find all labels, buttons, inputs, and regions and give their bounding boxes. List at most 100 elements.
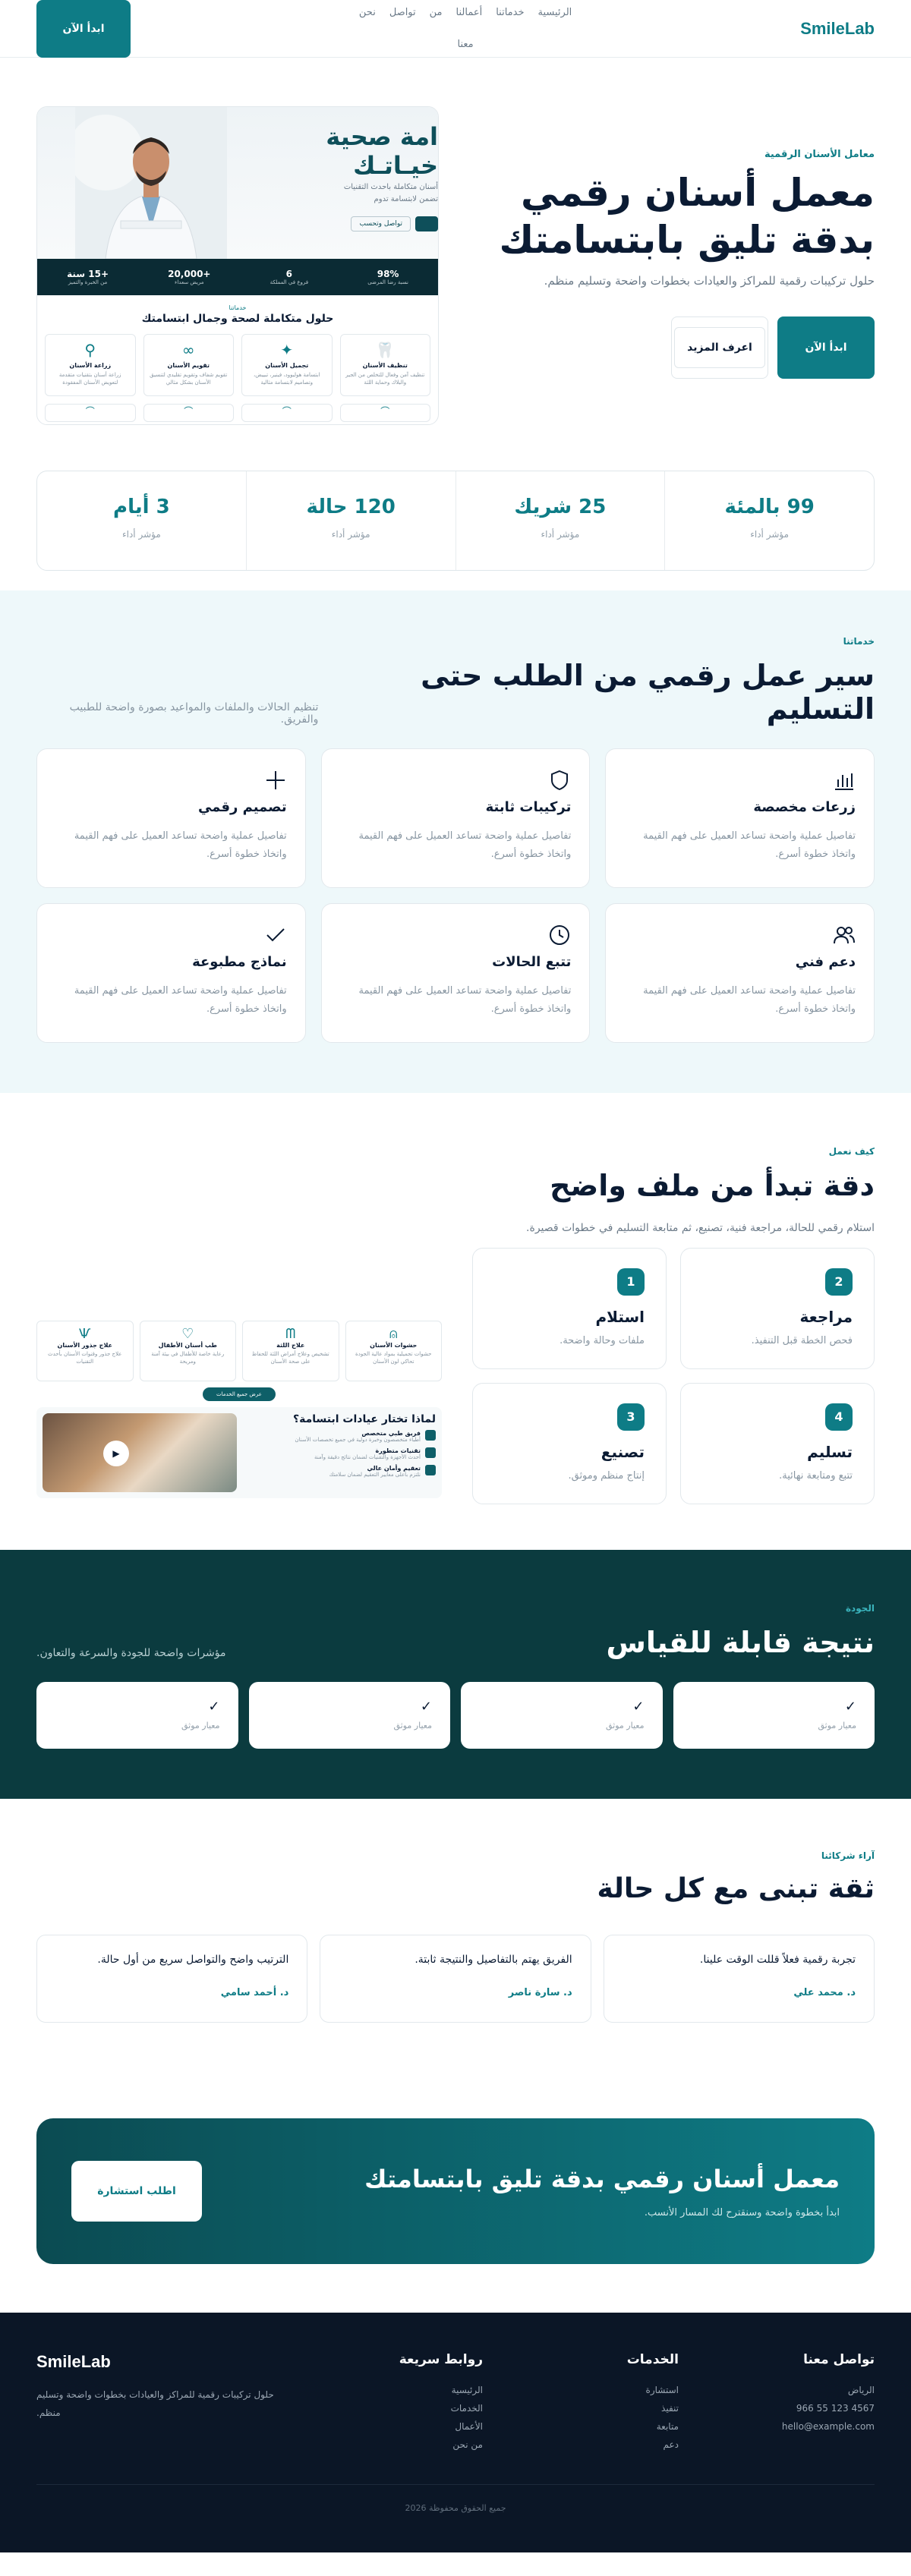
footer: تواصل معنا الرياض 4567 123 55 966 hello@… <box>0 2313 911 2552</box>
mockup-section-kicker: خدماتنا <box>229 304 247 311</box>
step-card: 4 تسليم تتبع ومتابعة نهائية. <box>680 1383 875 1504</box>
how-mockup-panel: لماذا تختار عيادات ابتسامة؟ فريق طبي متخ… <box>36 1407 442 1498</box>
service-card[interactable]: تتبع الحالات تفاصيل عملية واضحة تساعد الع… <box>320 903 591 1043</box>
footer-contact-title: تواصل معنا <box>803 2352 875 2367</box>
stat-label: مؤشر أداء <box>750 529 790 540</box>
footer-link[interactable]: دعم <box>496 2436 679 2454</box>
service-card[interactable]: زرعات مخصصة تفاصيل عملية واضحة تساعد العم… <box>605 748 875 888</box>
quality-label: معيار موثق <box>393 1721 433 1730</box>
how-mockup-card: Ѱ علاج جذور الأسنان علاج جذور وقنوات الأسن… <box>36 1321 134 1381</box>
services-grid: زرعات مخصصة تفاصيل عملية واضحة تساعد العم… <box>36 748 875 1043</box>
how-mockup-card: ⍝ حشوات الأسنان حشوات تجميلية بمواد عالية … <box>345 1321 442 1381</box>
service-card[interactable]: تركيبات ثابتة تفاصيل عملية واضحة تساعد ال… <box>320 748 591 888</box>
step-desc: إنتاج منظم وموثق. <box>568 1470 645 1482</box>
footer-link[interactable]: تنفيذ <box>496 2399 679 2417</box>
quality-desc: مؤشرات واضحة للجودة والسرعة والتعاون. <box>36 1647 226 1659</box>
steps-grid: 2 مراجعة فحص الخطة قبل التنفيذ. 1 استلام ملف… <box>472 1248 875 1504</box>
hero-start-button[interactable]: ابدأ الآن <box>777 316 875 379</box>
mockup-headline-1: امة صحية <box>326 122 438 151</box>
service-card[interactable]: نماذج مطبوعة تفاصيل عملية واضحة تساعد الع… <box>36 903 306 1043</box>
mockup-sub-1: أسنان متكاملة باحدث التقنيات <box>343 183 438 191</box>
testimonial-card: تجربة رقمية فعلاً قللت الوقت علينا. د. مح… <box>603 1935 875 2023</box>
cta-desc: ابدأ بخطوة واضحة وسنقترح لك المسار الأنس… <box>644 2206 840 2219</box>
how-body: استلام رقمي للحالة، مراجعة فنية، تصنيع، … <box>36 1222 875 1504</box>
mockup-cards: 🦷 تنظيف الأسنان تنظيف آمن وفعال للتخلص من … <box>37 325 438 396</box>
service-title: تركيبات ثابتة <box>485 799 572 815</box>
stat-item: 99 بالمئة مؤشر أداء <box>664 471 874 570</box>
nav-link-contact-2[interactable]: معنا <box>458 36 474 54</box>
stat-value: 99 بالمئة <box>724 496 815 518</box>
testimonial-quote: الفريق يهتم بالتفاصيل والنتيجة ثابتة. <box>415 1954 572 1966</box>
check-icon: ✓ <box>420 1699 432 1715</box>
nav-link-works[interactable]: أعمالنا <box>456 4 483 22</box>
gum-icon: ᗰ <box>285 1326 296 1342</box>
mockup-section-heading: خدماتنا حلول متكاملة لصحة وجمال ابتسامتك <box>37 295 438 325</box>
tooth-icon: ⌒ <box>45 404 136 422</box>
hero-learn-more-button[interactable]: اعرف المزيد <box>671 316 768 379</box>
testimonial-author: د. محمد علي <box>793 1987 856 1998</box>
footer-link[interactable]: الأعمال <box>301 2417 483 2436</box>
how-mockup-cards: ⍝ حشوات الأسنان حشوات تجميلية بمواد عالية … <box>36 1321 442 1381</box>
service-card[interactable]: تصميم رقمي تفاصيل عملية واضحة تساعد العمي… <box>36 748 306 888</box>
footer-logo[interactable]: SmileLab <box>36 2352 287 2372</box>
users-icon <box>624 924 856 949</box>
step-title: مراجعة <box>799 1308 853 1326</box>
footer-quick-links: روابط سريعة الرئيسية الخدمات الأعمال من … <box>301 2352 483 2454</box>
footer-brand-desc: حلول تركيبات رقمية للمراكز والعيادات بخط… <box>36 2389 274 2418</box>
hero-title: معمل أسنان رقمي بدقة تليق بابتسامتك <box>469 169 875 263</box>
services-desc: تنظيم الحالات والملفات والمواعيد بصورة و… <box>69 701 319 726</box>
nav-link-about[interactable]: من <box>430 4 443 22</box>
service-desc: تفاصيل عملية واضحة تساعد العميل على فهم … <box>74 985 287 1015</box>
mockup-stat: 98% نسبة رضا المرضى <box>367 269 408 285</box>
footer-link[interactable]: من نحن <box>301 2436 483 2454</box>
quality-label: معيار موثق <box>606 1721 645 1730</box>
mockup-buttons: تواصل وتحسب <box>351 216 438 231</box>
testimonial-card: الترتيب واضح والتواصل سريع من أول حالة. د… <box>36 1935 308 2023</box>
quality-card: ✓ معيار موثق <box>36 1682 238 1749</box>
nav-cta-button[interactable]: ابدأ الآن <box>36 0 131 58</box>
service-title: زرعات مخصصة <box>753 799 856 815</box>
step-card: 1 استلام ملفات وحالة واضحة. <box>472 1248 667 1369</box>
logo[interactable]: SmileLab <box>800 19 875 39</box>
play-icon[interactable]: ▶ <box>103 1441 129 1466</box>
nav-link-contact[interactable]: تواصل <box>389 4 416 22</box>
check-icon: ✓ <box>208 1699 220 1715</box>
quality-title: نتيجة قابلة للقياس <box>606 1626 875 1659</box>
stat-item: 120 حالة مؤشر أداء <box>245 471 456 570</box>
bar-chart-icon <box>624 769 856 795</box>
how-mockup-list-item: تعقيم وأمان عالي نلتزم بأعلى معايير التعق… <box>244 1465 436 1478</box>
nav-link-about-2[interactable]: نحن <box>359 4 376 22</box>
top-nav: SmileLab الرئيسية خدماتنا أعمالنا من توا… <box>0 0 911 58</box>
how-mockup-card: ♡ طب أسنان الأطفال رعاية خاصة للأطفال في ب… <box>139 1321 236 1381</box>
testimonials-grid: تجربة رقمية فعلاً قللت الوقت علينا. د. مح… <box>36 1935 875 2023</box>
step-number: 4 <box>825 1403 853 1431</box>
quality-label: معيار موثق <box>818 1721 857 1730</box>
stat-item: 25 شريك مؤشر أداء <box>455 471 665 570</box>
how-mockup: ⍝ حشوات الأسنان حشوات تجميلية بمواد عالية … <box>36 1321 442 1503</box>
footer-link[interactable]: الخدمات <box>301 2399 483 2417</box>
footer-phone[interactable]: 4567 123 55 966 <box>692 2399 875 2417</box>
testimonial-card: الفريق يهتم بالتفاصيل والنتيجة ثابتة. د. … <box>320 1935 591 2023</box>
hero-buttons: ابدأ الآن اعرف المزيد <box>469 316 875 379</box>
mockup-headline: امة صحية خيـاتـك <box>324 122 438 180</box>
mockup-sub-2: تضمن لابتسامة تدوم <box>374 195 438 203</box>
nav-link-home[interactable]: الرئيسية <box>538 4 572 22</box>
mockup-stat: +20,000 مريض سعداء <box>168 269 211 285</box>
root-tooth-icon: Ѱ <box>79 1326 91 1342</box>
consultation-button[interactable]: اطلب استشارة <box>71 2161 202 2222</box>
footer-email[interactable]: hello@example.com <box>692 2417 875 2436</box>
nav-link-services[interactable]: خدماتنا <box>496 4 524 22</box>
hero-text: معامل الأسنان الرقمية معمل أسنان رقمي بد… <box>469 106 875 425</box>
service-card[interactable]: دعم فني تفاصيل عملية واضحة تساعد العميل ع… <box>605 903 875 1043</box>
footer-link[interactable]: الرئيسية <box>301 2381 483 2399</box>
mockup-stat: +15 سنة من الخبرة والتميز <box>67 269 109 285</box>
services-header: سير عمل رقمي من الطلب حتى التسليم تنظيم … <box>36 659 875 726</box>
hero-eyebrow: معامل الأسنان الرقمية <box>764 149 875 160</box>
services-section: خدماتنا سير عمل رقمي من الطلب حتى التسلي… <box>0 590 911 1093</box>
check-icon <box>55 924 287 949</box>
footer-link[interactable]: متابعة <box>496 2417 679 2436</box>
footer-link[interactable]: استشارة <box>496 2381 679 2399</box>
nav-links: الرئيسية خدماتنا أعمالنا من تواصل نحن مع… <box>351 4 579 54</box>
shield-icon <box>340 769 572 795</box>
quality-card: ✓ معيار موثق <box>248 1682 450 1749</box>
